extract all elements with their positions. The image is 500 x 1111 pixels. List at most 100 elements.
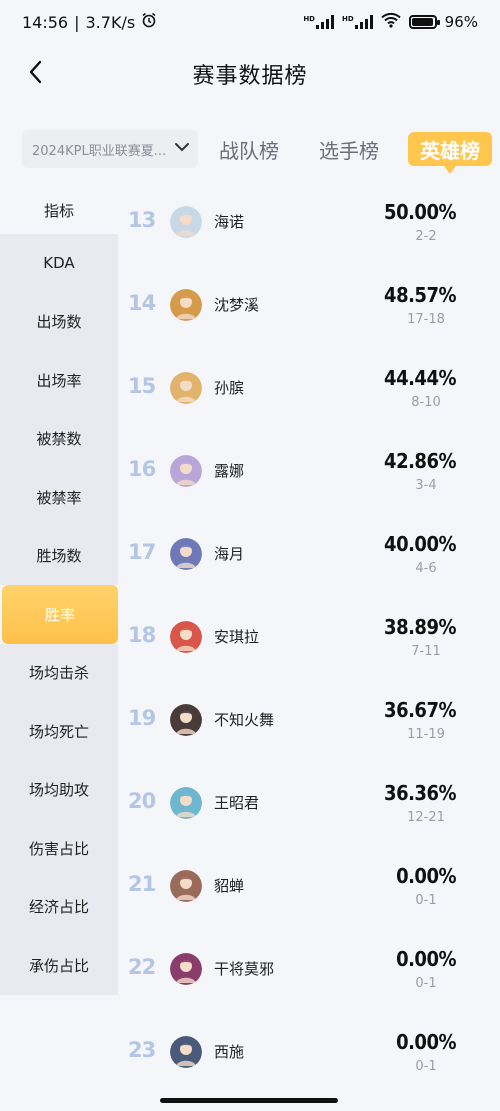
hero-avatar [170, 206, 202, 238]
rank-number: 20 [128, 789, 156, 813]
rank-number: 19 [128, 706, 156, 730]
hero-avatar [170, 787, 202, 819]
win-rate: 50.00% [384, 200, 456, 224]
hero-row[interactable]: 14 沈梦溪 48.57% 17-18 [118, 263, 500, 346]
sidebar-item-metric[interactable]: 伤害占比 [0, 819, 118, 878]
win-rate: 48.57% [384, 283, 456, 307]
rank-number: 23 [128, 1038, 156, 1062]
page-title: 赛事数据榜 [192, 64, 308, 89]
tab-hero-ranking[interactable]: 英雄榜 [408, 132, 492, 174]
tabs-row: 2024KPL职业联赛夏... 战队榜 选手榜 英雄榜 [0, 128, 500, 174]
sidebar-item-metric[interactable]: 胜率 [2, 585, 118, 644]
hero-name: 王昭君 [214, 794, 260, 812]
win-rate: 36.36% [384, 781, 456, 805]
hero-row[interactable]: 15 孙膑 44.44% 8-10 [118, 346, 500, 429]
win-loss-record: 17-18 [407, 312, 445, 327]
season-dropdown[interactable]: 2024KPL职业联赛夏... [22, 130, 198, 168]
metric-sidebar: 指标 KDA 出场数 出场率 被禁数 被禁率 胜场数 胜率 场均击杀 场均死亡 场均助攻 伤害占比 经济… [0, 186, 118, 995]
rank-number: 22 [128, 955, 156, 979]
win-loss-record: 4-6 [415, 561, 437, 576]
sidebar-item-metric[interactable]: 胜场数 [0, 526, 118, 585]
hero-name: 干将莫邪 [214, 960, 275, 978]
status-time: 14:56 [22, 12, 69, 32]
hero-avatar [170, 372, 202, 404]
season-value: 2024KPL职业联赛夏... [32, 143, 167, 159]
hero-row[interactable]: 21 貂蝉 0.00% 0-1 [118, 844, 500, 927]
hero-row[interactable]: 19 不知火舞 36.67% 11-19 [118, 678, 500, 761]
hero-name: 西施 [214, 1043, 245, 1061]
network-speed: 3.7K/s [85, 12, 136, 32]
hero-row[interactable]: 23 西施 0.00% 0-1 [118, 1010, 500, 1093]
win-rate: 0.00% [396, 947, 456, 971]
hero-avatar [170, 1036, 202, 1068]
rank-number: 13 [128, 208, 156, 232]
hero-name: 海诺 [214, 213, 245, 231]
chevron-left-icon [27, 60, 45, 88]
hero-name: 不知火舞 [214, 711, 275, 729]
win-loss-record: 7-11 [411, 644, 441, 659]
hero-avatar [170, 455, 202, 487]
sidebar-item-metric[interactable]: 被禁数 [0, 409, 118, 468]
header: 赛事数据榜 [0, 44, 500, 104]
sidebar-item-metric[interactable]: 场均死亡 [0, 702, 118, 761]
hero-avatar [170, 538, 202, 570]
signal-icon: HD [303, 15, 334, 29]
hero-name: 露娜 [214, 462, 245, 480]
status-left: 14:56 | 3.7K/s [22, 12, 157, 32]
hero-name: 孙膑 [214, 379, 245, 397]
tab-team-ranking[interactable]: 战队榜 [216, 132, 282, 166]
win-rate: 0.00% [396, 1030, 456, 1054]
status-bar: 14:56 | 3.7K/s HD HD 96% [0, 0, 500, 44]
sidebar-item-metric[interactable]: 场均击杀 [0, 643, 118, 702]
rank-number: 17 [128, 540, 156, 564]
win-loss-record: 2-2 [415, 229, 437, 244]
rank-number: 15 [128, 374, 156, 398]
battery-percent: 96% [444, 13, 478, 31]
hero-name: 海月 [214, 545, 245, 563]
win-rate: 40.00% [384, 532, 456, 556]
win-loss-record: 3-4 [415, 478, 437, 493]
rank-number: 14 [128, 291, 156, 315]
rank-number: 18 [128, 623, 156, 647]
hero-list: 13 海诺 50.00% 2-2 14 沈梦溪 48.57% 17-18 15 孙膑 44.44% 8… [118, 180, 500, 1093]
hero-avatar [170, 870, 202, 902]
hero-row[interactable]: 13 海诺 50.00% 2-2 [118, 180, 500, 263]
sidebar-item-metric[interactable]: 出场率 [0, 351, 118, 410]
sidebar-item-metric[interactable]: 被禁率 [0, 468, 118, 527]
hero-avatar [170, 704, 202, 736]
battery-icon [408, 15, 440, 29]
sidebar-item-metric[interactable]: 出场数 [0, 292, 118, 351]
win-loss-record: 11-19 [407, 727, 445, 742]
hero-row[interactable]: 17 海月 40.00% 4-6 [118, 512, 500, 595]
hero-name: 沈梦溪 [214, 296, 260, 314]
sidebar-item-metric[interactable]: KDA [0, 234, 118, 293]
hero-row[interactable]: 22 干将莫邪 0.00% 0-1 [118, 927, 500, 1010]
rank-number: 16 [128, 457, 156, 481]
sidebar-item-metric[interactable]: 场均助攻 [0, 760, 118, 819]
win-rate: 38.89% [384, 615, 456, 639]
back-button[interactable] [18, 56, 54, 92]
hero-name: 貂蝉 [214, 877, 245, 895]
home-indicator[interactable] [160, 1098, 338, 1103]
hero-avatar [170, 953, 202, 985]
win-loss-record: 0-1 [415, 1059, 437, 1074]
hero-avatar [170, 621, 202, 653]
win-rate: 0.00% [396, 864, 456, 888]
hero-row[interactable]: 16 露娜 42.86% 3-4 [118, 429, 500, 512]
tab-player-ranking[interactable]: 选手榜 [316, 132, 382, 166]
win-rate: 36.67% [384, 698, 456, 722]
wifi-icon [380, 12, 401, 32]
win-loss-record: 0-1 [415, 893, 437, 908]
rank-number: 21 [128, 872, 156, 896]
status-divider: | [74, 12, 80, 32]
sidebar-item-metric[interactable]: 承伤占比 [0, 936, 118, 995]
hero-avatar [170, 289, 202, 321]
sidebar-item-metric[interactable]: 经济占比 [0, 877, 118, 936]
hero-row[interactable]: 18 安琪拉 38.89% 7-11 [118, 595, 500, 678]
hero-row[interactable]: 20 王昭君 36.36% 12-21 [118, 761, 500, 844]
signal-icon-2: HD [342, 15, 373, 29]
chevron-down-icon [174, 141, 190, 157]
win-rate: 44.44% [384, 366, 456, 390]
hero-name: 安琪拉 [214, 628, 260, 646]
status-right: HD HD 96% [303, 12, 478, 32]
